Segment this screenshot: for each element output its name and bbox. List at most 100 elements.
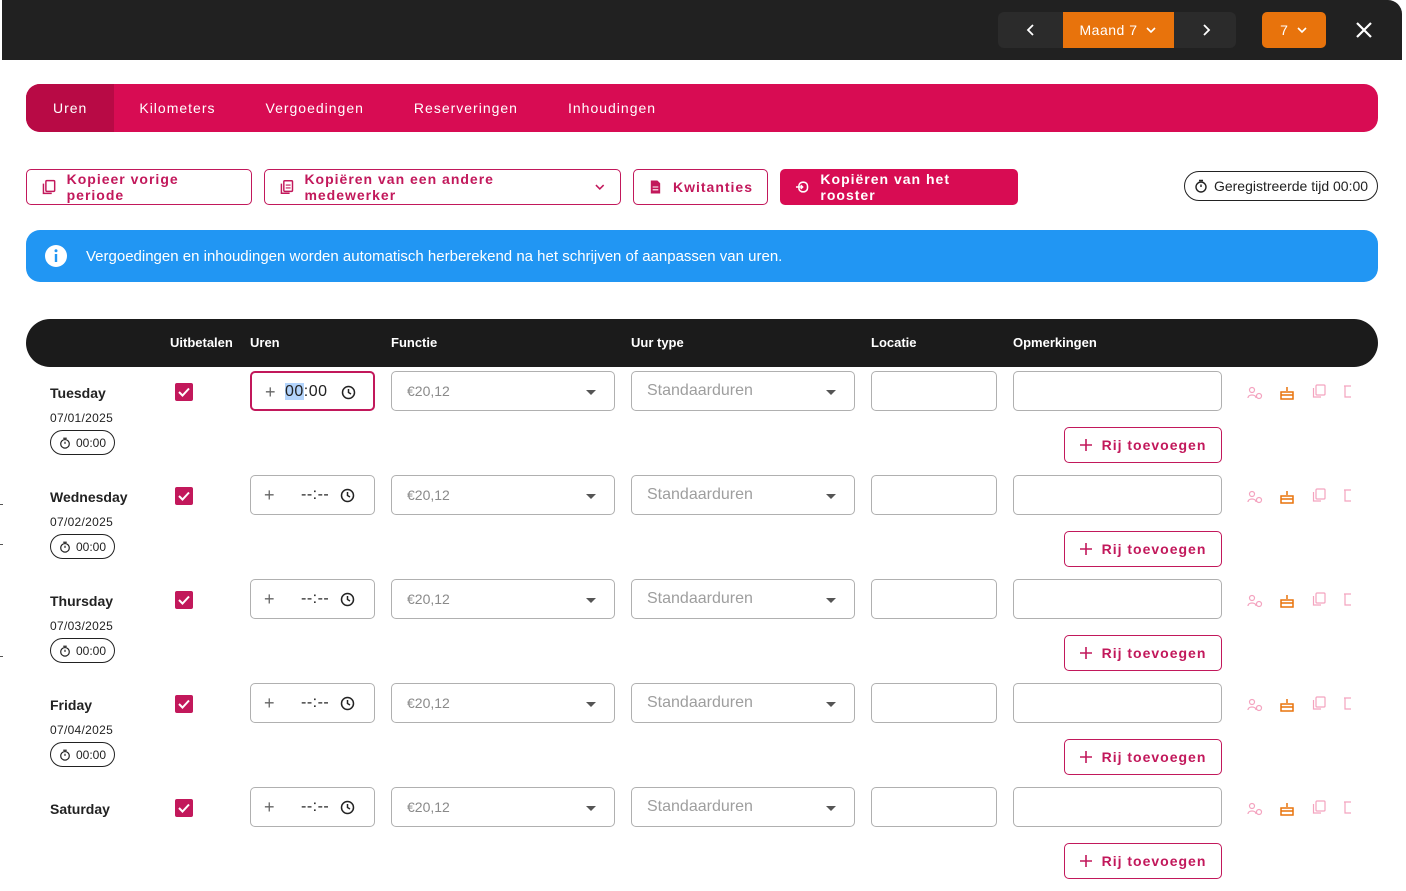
next-period-button[interactable] [1175, 12, 1237, 48]
plus-icon[interactable]: + [264, 694, 278, 712]
cake-icon[interactable] [1279, 697, 1295, 713]
add-row-label: Rij toevoegen [1101, 645, 1207, 661]
stopwatch-icon [1195, 179, 1207, 193]
copy-row-icon[interactable] [1311, 487, 1327, 503]
copy-row-icon[interactable] [1311, 383, 1327, 399]
clock-icon[interactable] [341, 385, 356, 400]
copy-from-schedule-button[interactable]: Kopiëren van het rooster [780, 169, 1018, 205]
function-select[interactable]: €20,12 [391, 787, 615, 827]
location-input[interactable] [871, 475, 997, 515]
tab-uren[interactable]: Uren [26, 84, 115, 132]
clock-icon[interactable] [340, 592, 355, 607]
hours-input[interactable]: + --:-- [250, 787, 375, 827]
add-row-button[interactable]: Rij toevoegen [1064, 843, 1222, 879]
previous-period-button[interactable] [1000, 12, 1062, 48]
cake-icon[interactable] [1279, 385, 1295, 401]
cake-icon[interactable] [1279, 801, 1295, 817]
payout-checkbox[interactable] [175, 487, 193, 505]
hour-type-select[interactable]: Standaarduren [631, 371, 855, 411]
day-name: Friday [50, 697, 93, 713]
function-select[interactable]: €20,12 [391, 683, 615, 723]
function-select[interactable]: €20,12 [391, 371, 615, 411]
hour-type-select[interactable]: Standaarduren [631, 475, 855, 515]
hour-type-select[interactable]: Standaarduren [631, 579, 855, 619]
location-input[interactable] [871, 371, 997, 411]
month-select-button[interactable]: Maand 7 [1063, 12, 1174, 48]
delete-icon[interactable] [1343, 695, 1351, 711]
delete-icon[interactable] [1343, 591, 1351, 607]
hours-input[interactable]: + --:-- [250, 579, 375, 619]
person-split-icon[interactable] [1247, 385, 1263, 401]
plus-icon[interactable]: + [264, 798, 278, 816]
person-split-icon[interactable] [1247, 697, 1263, 713]
add-row-button[interactable]: Rij toevoegen [1064, 427, 1222, 463]
clock-icon[interactable] [340, 696, 355, 711]
clock-icon[interactable] [340, 800, 355, 815]
cake-icon[interactable] [1279, 489, 1295, 505]
person-split-icon[interactable] [1247, 593, 1263, 609]
hour-type-select[interactable]: Standaarduren [631, 683, 855, 723]
delete-icon[interactable] [1343, 383, 1351, 399]
payout-checkbox[interactable] [175, 591, 193, 609]
person-split-icon[interactable] [1247, 489, 1263, 505]
cake-icon[interactable] [1279, 593, 1295, 609]
delete-icon[interactable] [1343, 487, 1351, 503]
hours-input[interactable]: + --:-- [250, 475, 375, 515]
hours-hh-segment[interactable]: 00 [285, 383, 304, 400]
payout-checkbox[interactable] [175, 383, 193, 401]
person-split-icon[interactable] [1247, 801, 1263, 817]
day-row: Thursday 07/03/2025 00:00 + --:-- €20,12… [0, 579, 1406, 683]
plus-icon[interactable]: + [264, 486, 278, 504]
day-name: Saturday [50, 801, 110, 817]
function-select[interactable]: €20,12 [391, 579, 615, 619]
tab-reserveringen[interactable]: Reserveringen [389, 84, 543, 132]
copy-row-icon[interactable] [1311, 695, 1327, 711]
caret-down-icon [586, 598, 596, 603]
add-row-button[interactable]: Rij toevoegen [1064, 739, 1222, 775]
day-total: 00:00 [75, 539, 107, 554]
close-button[interactable] [1350, 16, 1378, 44]
tab-vergoedingen[interactable]: Vergoedingen [241, 84, 389, 132]
add-row-label: Rij toevoegen [1101, 541, 1207, 557]
hours-input[interactable]: + --:-- [250, 683, 375, 723]
plus-icon[interactable]: + [265, 383, 279, 401]
payout-checkbox[interactable] [175, 695, 193, 713]
copy-other-employee-button[interactable]: Kopiëren van een andere medewerker [264, 169, 621, 205]
close-icon [1356, 22, 1372, 38]
plus-icon[interactable]: + [264, 590, 278, 608]
hours-value: --:-- [301, 590, 330, 607]
copy-previous-period-button[interactable]: Kopieer vorige periode [26, 169, 252, 205]
remarks-input[interactable] [1013, 579, 1222, 619]
hours-value: :00 [303, 383, 328, 400]
chevron-left-icon [1026, 24, 1034, 36]
delete-icon[interactable] [1343, 799, 1351, 815]
copy-row-icon[interactable] [1311, 591, 1327, 607]
caret-down-icon [826, 390, 836, 395]
week-select-button[interactable]: 7 [1262, 12, 1326, 48]
add-row-button[interactable]: Rij toevoegen [1064, 635, 1222, 671]
payout-checkbox[interactable] [175, 799, 193, 817]
edge-tick [0, 656, 3, 657]
hours-input[interactable]: + 00:00 [250, 371, 375, 411]
remarks-input[interactable] [1013, 787, 1222, 827]
remarks-input[interactable] [1013, 683, 1222, 723]
clock-icon[interactable] [340, 488, 355, 503]
week-label: 7 [1280, 22, 1288, 38]
remarks-input[interactable] [1013, 475, 1222, 515]
receipts-button[interactable]: Kwitanties [633, 169, 768, 205]
check-icon [178, 491, 190, 501]
add-row-label: Rij toevoegen [1101, 853, 1207, 869]
hour-type-select[interactable]: Standaarduren [631, 787, 855, 827]
copy-row-icon[interactable] [1311, 799, 1327, 815]
function-value: €20,12 [407, 799, 450, 815]
tab-inhoudingen[interactable]: Inhoudingen [543, 84, 681, 132]
function-select[interactable]: €20,12 [391, 475, 615, 515]
add-row-button[interactable]: Rij toevoegen [1064, 531, 1222, 567]
day-total-badge: 00:00 [50, 534, 115, 559]
location-input[interactable] [871, 579, 997, 619]
location-input[interactable] [871, 787, 997, 827]
remarks-input[interactable] [1013, 371, 1222, 411]
info-icon [45, 245, 67, 267]
location-input[interactable] [871, 683, 997, 723]
tab-kilometers[interactable]: Kilometers [114, 84, 240, 132]
